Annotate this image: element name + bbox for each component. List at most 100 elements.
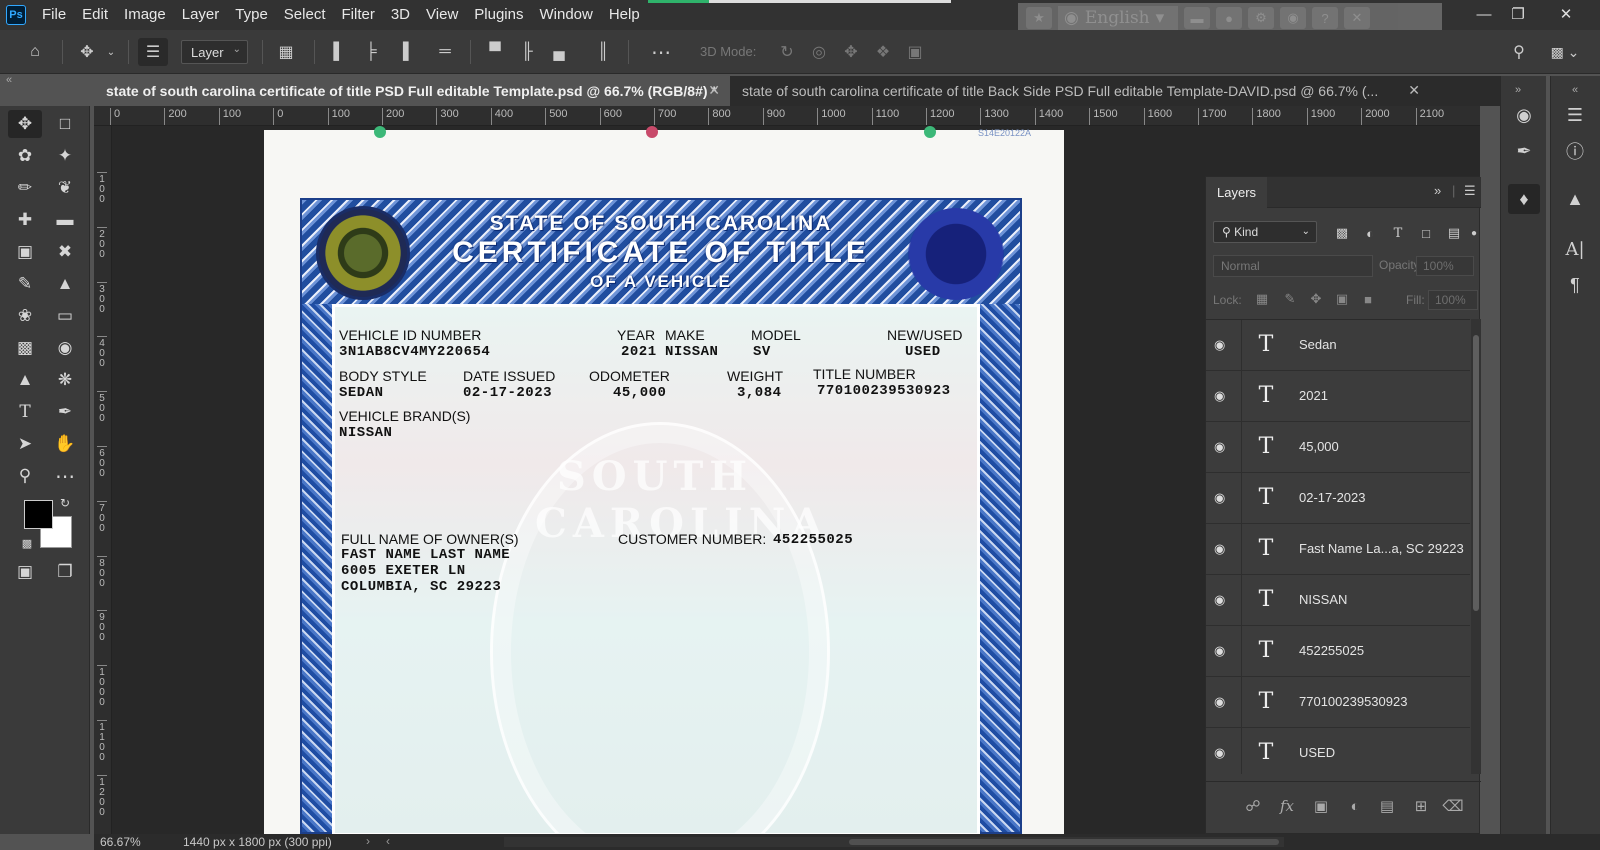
workspace-icon[interactable]: ▩ ⌄ bbox=[1548, 38, 1582, 66]
menu-layer[interactable]: Layer bbox=[174, 0, 228, 30]
layer-row[interactable]: ◉ T 770100239530923 bbox=[1206, 677, 1470, 728]
link-layers-icon[interactable]: ☍ bbox=[1242, 796, 1264, 816]
home-icon[interactable]: ⌂ bbox=[20, 38, 50, 66]
character-panel-icon[interactable]: A| bbox=[1559, 234, 1591, 264]
distribute-vertical-icon[interactable]: ═ bbox=[432, 38, 458, 66]
align-right-icon[interactable]: ▐ bbox=[390, 38, 416, 66]
visibility-eye-icon[interactable]: ◉ bbox=[1214, 388, 1232, 404]
layer-row[interactable]: ◉ T 452255025 bbox=[1206, 626, 1470, 677]
orbit-3d-icon[interactable]: ↻ bbox=[774, 38, 800, 66]
layer-row[interactable]: ◉ T NISSAN bbox=[1206, 575, 1470, 626]
menu-plugins[interactable]: Plugins bbox=[466, 0, 531, 30]
align-vertical-center-icon[interactable]: ╟ bbox=[514, 38, 540, 66]
adjustments-panel-icon[interactable]: ☰ bbox=[1559, 100, 1591, 130]
gradient-tool-icon[interactable]: ▩ bbox=[8, 334, 42, 362]
transform-controls-icon[interactable]: ▦ bbox=[272, 38, 300, 66]
history-brush-tool-icon[interactable]: ❀ bbox=[8, 302, 42, 330]
healing-brush-tool-icon[interactable]: ✚ bbox=[8, 206, 42, 234]
filter-toggle-icon[interactable]: ● bbox=[1464, 223, 1484, 243]
auto-select-target-dropdown[interactable]: Layer ⌄ bbox=[181, 40, 248, 64]
paths-panel-icon[interactable]: ✒ bbox=[1508, 136, 1540, 166]
visibility-eye-icon[interactable]: ◉ bbox=[1214, 745, 1232, 761]
eraser-tool-icon[interactable]: ▭ bbox=[48, 302, 82, 330]
scrollbar-thumb[interactable] bbox=[1473, 335, 1479, 611]
menu-3d[interactable]: 3D bbox=[383, 0, 418, 30]
visibility-eye-icon[interactable]: ◉ bbox=[1214, 643, 1232, 659]
patch-tool-icon[interactable]: ▬ bbox=[48, 206, 82, 234]
new-layer-icon[interactable]: ⊞ bbox=[1410, 796, 1432, 816]
layer-row[interactable]: ◉ T Fast Name La...a, SC 29223 bbox=[1206, 524, 1470, 575]
tab-document-front[interactable]: state of south carolina certificate of t… bbox=[94, 76, 730, 106]
lock-pixels-icon[interactable]: ✎ bbox=[1282, 291, 1298, 307]
lightbulb-icon[interactable]: ★ bbox=[1026, 7, 1052, 29]
panel-menu-icon[interactable]: ☰ bbox=[1464, 183, 1476, 199]
align-top-icon[interactable]: ▀ bbox=[482, 38, 508, 66]
move-options-chevron-icon[interactable]: ⌄ bbox=[104, 38, 118, 66]
distribute-horizontal-icon[interactable]: ║ bbox=[590, 38, 616, 66]
layers-scrollbar[interactable] bbox=[1471, 319, 1481, 774]
path-selection-tool-icon[interactable]: ➤ bbox=[8, 430, 42, 458]
language-selector[interactable]: ◉ English ▾ bbox=[1058, 6, 1178, 30]
tab-document-back[interactable]: state of south carolina certificate of t… bbox=[730, 76, 1430, 106]
document-page[interactable]: S14E20122A STATE OF SOUTH CAROLINA CERTI… bbox=[264, 126, 1064, 834]
close-icon[interactable]: ✕ bbox=[1408, 82, 1420, 99]
layer-row[interactable]: ◉ T 02-17-2023 bbox=[1206, 473, 1470, 524]
layers-panel-icon[interactable]: ♦ bbox=[1508, 184, 1540, 214]
globe-tray-icon[interactable]: ◉ bbox=[1280, 7, 1306, 29]
brush-tool-icon[interactable]: ✎ bbox=[8, 270, 42, 298]
type-tool-icon[interactable]: T bbox=[8, 398, 42, 426]
filter-shape-icon[interactable]: □ bbox=[1416, 223, 1436, 243]
close-window-icon[interactable]: ✕ bbox=[1548, 0, 1584, 28]
scroll-left-icon[interactable]: ‹ bbox=[386, 834, 390, 848]
search-icon[interactable]: ⚲ bbox=[1506, 38, 1532, 66]
lock-position-icon[interactable]: ✥ bbox=[1308, 291, 1324, 307]
dodge-tool-icon[interactable]: ▲ bbox=[8, 366, 42, 394]
lock-artboard-icon[interactable]: ▣ bbox=[1334, 291, 1350, 307]
menu-type[interactable]: Type bbox=[227, 0, 276, 30]
help-icon[interactable]: ? bbox=[1312, 7, 1338, 29]
filter-type-icon[interactable]: T bbox=[1388, 223, 1408, 243]
visibility-eye-icon[interactable]: ◉ bbox=[1214, 541, 1232, 557]
quick-mask-icon[interactable]: ▣ bbox=[8, 558, 42, 586]
adjustment-layer-icon[interactable]: ◐ bbox=[1344, 796, 1366, 816]
move-tool-icon[interactable]: ✥ bbox=[8, 110, 42, 138]
menu-file[interactable]: File bbox=[34, 0, 74, 30]
restore-icon[interactable]: ❐ bbox=[1500, 0, 1536, 28]
visibility-eye-icon[interactable]: ◉ bbox=[1214, 592, 1232, 608]
align-left-icon[interactable]: ▌ bbox=[326, 38, 352, 66]
menu-window[interactable]: Window bbox=[531, 0, 600, 30]
close-tray-icon[interactable]: ✕ bbox=[1344, 7, 1370, 29]
pan-3d-icon[interactable]: ✥ bbox=[838, 38, 864, 66]
visibility-eye-icon[interactable]: ◉ bbox=[1214, 439, 1232, 455]
lock-transparency-icon[interactable]: ▦ bbox=[1254, 291, 1270, 307]
visibility-eye-icon[interactable]: ◉ bbox=[1214, 337, 1232, 353]
crossover-tool-icon[interactable]: ✖ bbox=[48, 238, 82, 266]
layer-row[interactable]: ◉ T 45,000 bbox=[1206, 422, 1470, 473]
magic-wand-tool-icon[interactable]: ✦ bbox=[48, 142, 82, 170]
mic-icon[interactable]: ● bbox=[1216, 7, 1242, 29]
trash-icon[interactable]: ⌫ bbox=[1442, 796, 1464, 816]
paragraph-panel-icon[interactable]: ¶ bbox=[1559, 270, 1591, 300]
eyedropper-tool-icon[interactable]: ❦ bbox=[48, 174, 82, 202]
slide-3d-icon[interactable]: ❖ bbox=[870, 38, 896, 66]
keyboard-icon[interactable]: ▬ bbox=[1184, 7, 1210, 29]
menu-image[interactable]: Image bbox=[116, 0, 174, 30]
move-tool-icon[interactable]: ✥ bbox=[72, 38, 102, 66]
roll-3d-icon[interactable]: ◎ bbox=[806, 38, 832, 66]
scrollbar-thumb[interactable] bbox=[849, 839, 1279, 845]
layer-style-fx-icon[interactable]: fx bbox=[1276, 796, 1298, 816]
default-colors-icon[interactable]: ▩ bbox=[18, 534, 36, 552]
hand-tool-icon[interactable]: ✋ bbox=[48, 430, 82, 458]
zoom-tool-icon[interactable]: ⚲ bbox=[8, 462, 42, 490]
collapse-panel-icon[interactable]: » bbox=[1434, 183, 1441, 198]
opacity-field[interactable]: 100% bbox=[1416, 256, 1474, 276]
tab-layers[interactable]: Layers bbox=[1206, 177, 1268, 208]
menu-view[interactable]: View bbox=[418, 0, 466, 30]
menu-select[interactable]: Select bbox=[276, 0, 334, 30]
clone-stamp-tool-icon[interactable]: ▲ bbox=[48, 270, 82, 298]
gear-icon[interactable]: ⚙ bbox=[1248, 7, 1274, 29]
zoom-level[interactable]: 66.67% bbox=[100, 835, 141, 849]
kind-filter-dropdown[interactable]: ⚲ Kind ⌄ bbox=[1213, 221, 1317, 243]
lasso-tool-icon[interactable]: ✿ bbox=[8, 142, 42, 170]
lock-all-icon[interactable]: ■ bbox=[1360, 291, 1376, 307]
